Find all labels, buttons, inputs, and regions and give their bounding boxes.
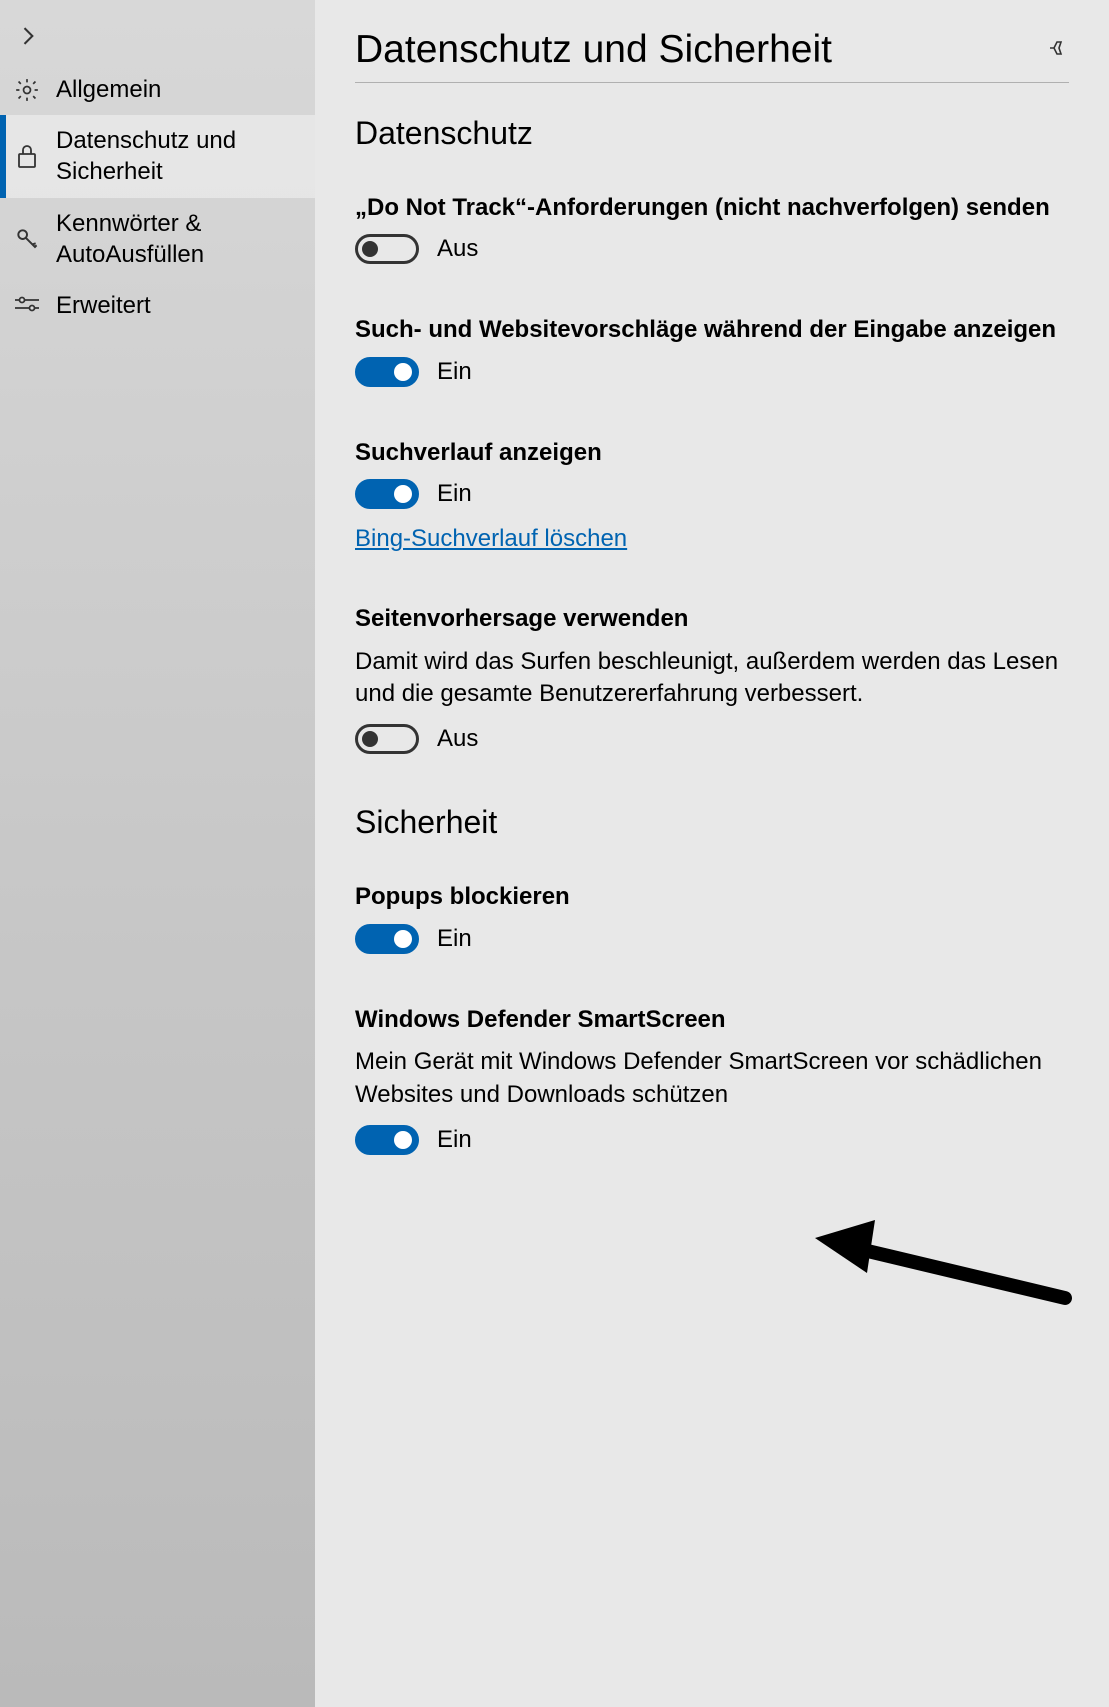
toggle-state: Aus (437, 235, 478, 263)
sidebar-item-privacy-security[interactable]: Datenschutz und Sicherheit (0, 115, 315, 197)
setting-label: Seitenvorhersage verwenden (355, 603, 1069, 635)
toggle-state: Ein (437, 925, 472, 953)
annotation-arrow-icon (815, 1218, 1075, 1333)
sidebar-item-advanced[interactable]: Erweitert (0, 280, 315, 331)
sidebar-item-label: Datenschutz und Sicherheit (56, 125, 301, 187)
toggle-state: Aus (437, 725, 478, 753)
toggle-suggestions[interactable] (355, 357, 419, 387)
toggle-page-prediction[interactable] (355, 724, 419, 754)
gear-icon (12, 77, 42, 103)
setting-label: Popups blockieren (355, 881, 1069, 913)
pin-icon[interactable] (1045, 36, 1069, 65)
chevron-right-icon (20, 27, 38, 50)
title-divider (355, 82, 1069, 83)
setting-label: „Do Not Track“-Anforderungen (nicht nach… (355, 192, 1069, 224)
sidebar-item-passwords[interactable]: Kennwörter & AutoAusfüllen (0, 198, 315, 280)
toggle-do-not-track[interactable] (355, 234, 419, 264)
toggle-state: Ein (437, 358, 472, 386)
setting-search-history: Suchverlauf anzeigen Ein Bing-Suchverlau… (355, 437, 1069, 553)
toggle-smartscreen[interactable] (355, 1125, 419, 1155)
link-clear-bing-history[interactable]: Bing-Suchverlauf löschen (355, 525, 627, 553)
setting-page-prediction: Seitenvorhersage verwenden Damit wird da… (355, 603, 1069, 754)
sidebar: Allgemein Datenschutz und Sicherheit Ken… (0, 0, 315, 1707)
toggle-search-history[interactable] (355, 479, 419, 509)
setting-label: Suchverlauf anzeigen (355, 437, 1069, 469)
toggle-state: Ein (437, 480, 472, 508)
setting-description: Damit wird das Surfen beschleunigt, auße… (355, 646, 1069, 711)
section-heading-privacy: Datenschutz (355, 115, 1069, 152)
setting-do-not-track: „Do Not Track“-Anforderungen (nicht nach… (355, 192, 1069, 264)
setting-suggestions: Such- und Websitevorschläge während der … (355, 314, 1069, 386)
sidebar-item-label: Erweitert (56, 290, 301, 321)
key-icon (12, 226, 42, 252)
setting-label: Such- und Websitevorschläge während der … (355, 314, 1069, 346)
lock-icon (12, 142, 42, 170)
sliders-icon (12, 295, 42, 317)
setting-label: Windows Defender SmartScreen (355, 1004, 1069, 1036)
setting-description: Mein Gerät mit Windows Defender SmartScr… (355, 1046, 1069, 1111)
main-panel: Datenschutz und Sicherheit Datenschutz „… (315, 0, 1109, 1707)
sidebar-item-label: Allgemein (56, 74, 301, 105)
sidebar-item-label: Kennwörter & AutoAusfüllen (56, 208, 301, 270)
section-heading-security: Sicherheit (355, 804, 1069, 841)
toggle-block-popups[interactable] (355, 924, 419, 954)
sidebar-item-general[interactable]: Allgemein (0, 64, 315, 115)
setting-block-popups: Popups blockieren Ein (355, 881, 1069, 953)
page-title: Datenschutz und Sicherheit (355, 28, 832, 72)
expand-button[interactable] (0, 12, 315, 64)
setting-smartscreen: Windows Defender SmartScreen Mein Gerät … (355, 1004, 1069, 1155)
toggle-state: Ein (437, 1126, 472, 1154)
